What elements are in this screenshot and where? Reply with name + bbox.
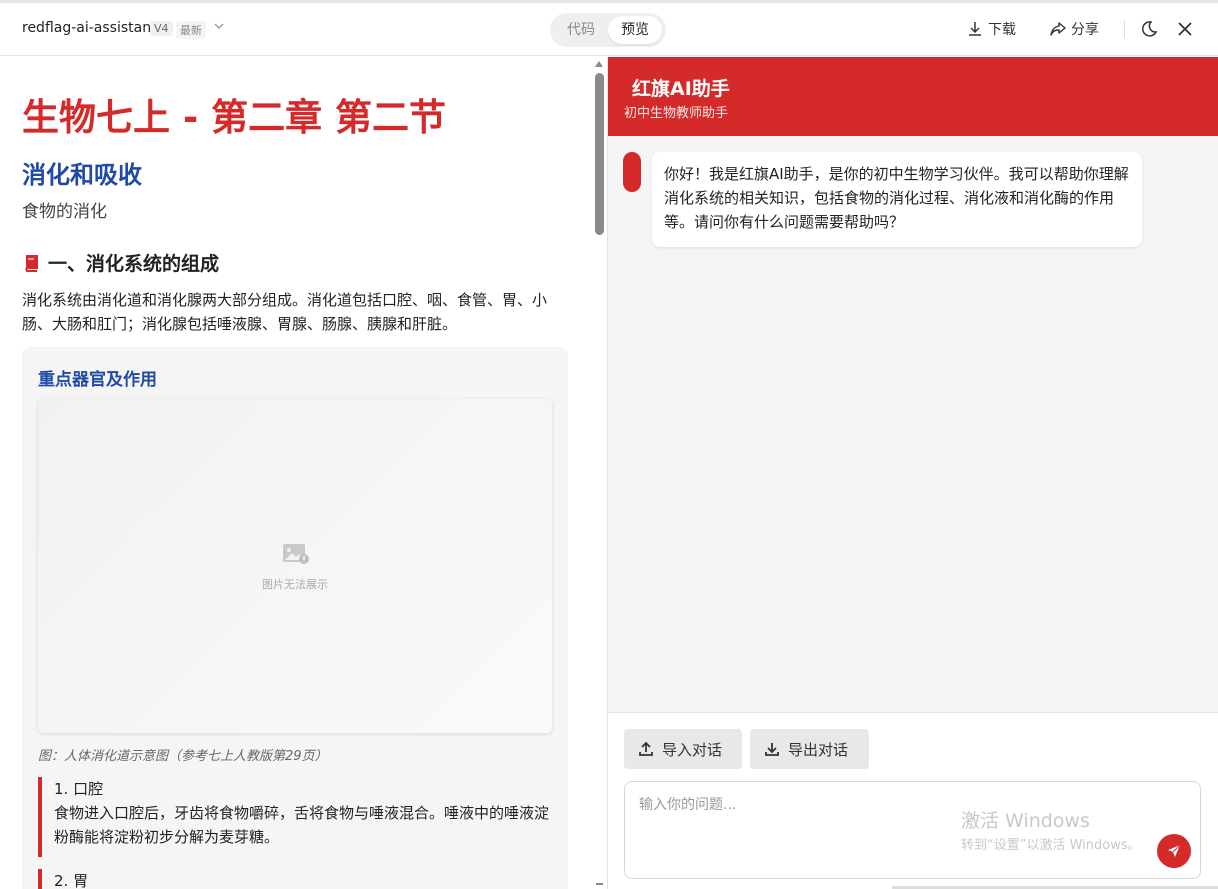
scroll-up-arrow[interactable]	[595, 61, 603, 67]
key-organs-card: 重点器官及作用 图片无法展示 图：人体消化道示意图（参考七上人教版第29页） 1…	[22, 347, 568, 889]
document-preview: 生物七上 - 第二章 第二节 消化和吸收 食物的消化 一、消化系统的组成 消化系…	[0, 57, 592, 889]
view-toggle: 代码 预览	[550, 13, 666, 47]
import-chat-label: 导入对话	[662, 740, 723, 759]
windows-watermark-title: 激活 Windows	[961, 810, 1090, 832]
chat-title: 红旗AI助手	[632, 78, 730, 100]
list-item-text: 食物进入口腔后，牙齿将食物嚼碎，舌将食物与唾液混合。唾液中的唾液淀粉酶能将淀粉初…	[54, 804, 550, 846]
image-caption: 图：人体消化道示意图（参考七上人教版第29页）	[38, 749, 328, 764]
tab-preview[interactable]: 预览	[608, 16, 662, 44]
scroll-thumb[interactable]	[595, 73, 604, 235]
import-chat-button[interactable]: 导入对话	[624, 729, 742, 769]
section-paragraph: 消化系统由消化道和消化腺两大部分组成。消化道包括口腔、咽、食管、胃、小肠、大肠和…	[22, 291, 548, 333]
download-icon	[969, 22, 981, 36]
version-badge: V4	[150, 21, 173, 36]
scroll-down-arrow[interactable]	[596, 883, 603, 885]
page-title: 生物七上 - 第二章 第二节	[22, 96, 446, 139]
share-button[interactable]: 分享	[1049, 17, 1099, 41]
section-title: 一、消化系统的组成	[48, 253, 220, 275]
chat-input-box: 激活 Windows 转到“设置”以激活 Windows。	[624, 781, 1201, 879]
download-icon	[765, 743, 779, 756]
chat-subtitle: 初中生物教师助手	[624, 106, 729, 121]
page-intro: 食物的消化	[22, 202, 107, 222]
chat-panel: 红旗AI助手 初中生物教师助手 你好！我是红旗AI助手，是你的初中生物学习伙伴。…	[607, 57, 1218, 889]
download-button[interactable]: 下载	[966, 17, 1016, 41]
card-title: 重点器官及作用	[38, 370, 157, 390]
chat-header: 红旗AI助手 初中生物教师助手	[608, 57, 1218, 136]
send-button[interactable]	[1157, 834, 1191, 868]
section-heading: 一、消化系统的组成	[22, 249, 219, 276]
share-icon	[1050, 22, 1066, 36]
app-name: redflag-ai-assistant	[22, 20, 157, 36]
list-item-title: 2. 胃	[54, 872, 89, 889]
image-placeholder: 图片无法展示	[38, 399, 552, 733]
chevron-down-icon[interactable]	[212, 19, 226, 33]
assistant-message: 你好！我是红旗AI助手，是你的初中生物学习伙伴。我可以帮助你理解消化系统的相关知…	[652, 152, 1142, 247]
toolbar-divider	[1124, 20, 1125, 38]
page-subtitle: 消化和吸收	[22, 161, 142, 189]
download-label: 下载	[988, 22, 1016, 38]
upload-icon	[639, 741, 653, 756]
latest-badge: 最新	[176, 21, 206, 39]
image-placeholder-text: 图片无法展示	[262, 578, 328, 591]
list-item: 1. 口腔 食物进入口腔后，牙齿将食物嚼碎，舌将食物与唾液混合。唾液中的唾液淀粉…	[38, 777, 558, 857]
export-chat-label: 导出对话	[788, 740, 849, 759]
scrollbar[interactable]	[592, 57, 607, 889]
share-label: 分享	[1071, 22, 1099, 38]
close-icon[interactable]	[1175, 19, 1195, 39]
tab-code[interactable]: 代码	[556, 16, 606, 44]
book-icon	[25, 254, 38, 272]
moon-icon[interactable]	[1139, 19, 1159, 39]
windows-watermark-subtitle: 转到“设置”以激活 Windows。	[961, 838, 1141, 853]
top-bar: redflag-ai-assistant V4 最新 代码 预览 下载 分享	[0, 3, 1218, 56]
send-icon	[1168, 844, 1181, 857]
list-item: 2. 胃	[38, 869, 558, 889]
assistant-avatar	[623, 152, 641, 192]
export-chat-button[interactable]: 导出对话	[750, 729, 869, 769]
chat-composer: 导入对话 导出对话 激活 Windows 转到“设置”以激活 Windows。	[608, 712, 1218, 889]
broken-image-icon	[283, 544, 309, 564]
list-item-title: 1. 口腔	[54, 780, 104, 798]
